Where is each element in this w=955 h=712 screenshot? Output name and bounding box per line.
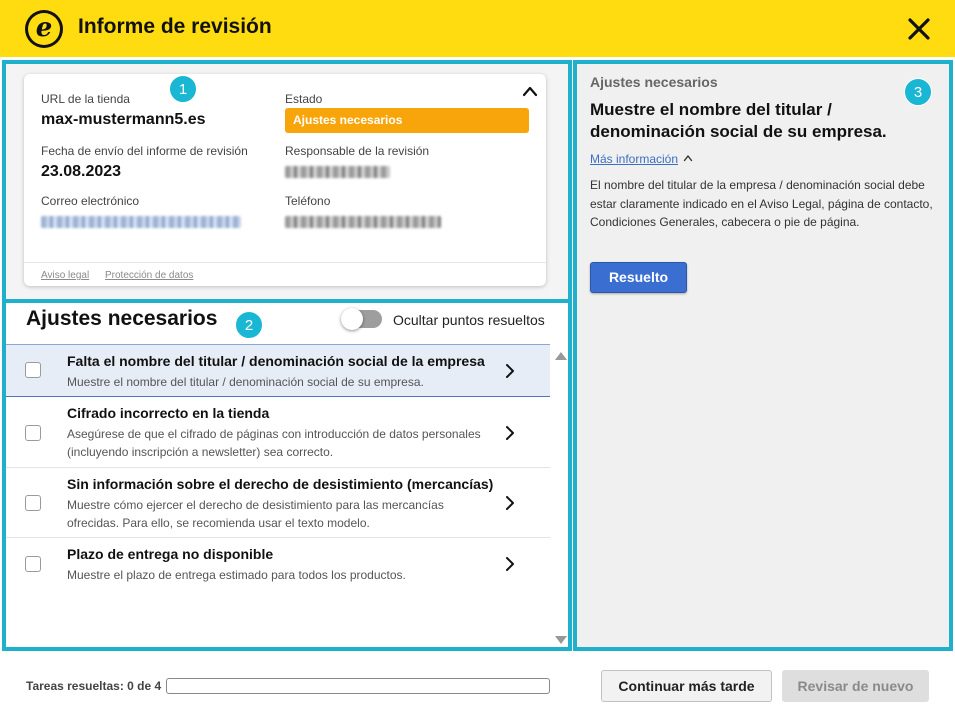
review-again-button: Revisar de nuevo [782,670,929,702]
tasks-resolved-label: Tareas resueltas: 0 de 4 [26,679,162,693]
item-title: Sin información sobre el derecho de desi… [67,476,494,492]
header-bar: e Informe de revisión [0,0,955,57]
more-info-link[interactable]: Más información [590,152,678,166]
resolve-button[interactable]: Resuelto [590,262,687,293]
item-description: Muestre el nombre del titular / denomina… [67,375,424,389]
item-checkbox[interactable] [25,425,41,441]
report-date-label: Fecha de envío del informe de revisión [41,144,248,158]
list-item[interactable]: Sin información sobre el derecho de desi… [6,468,550,538]
hide-resolved-toggle[interactable] [341,308,382,330]
chevron-right-icon [506,426,514,440]
close-icon[interactable] [903,13,935,45]
collapse-chevron-up-icon[interactable] [522,84,538,98]
continue-later-button[interactable]: Continuar más tarde [601,670,772,702]
card-footer: Aviso legal Protección de datos [24,262,546,286]
adjustments-title: Ajustes necesarios [26,307,218,330]
list-item[interactable]: Plazo de entrega no disponible Muestre e… [6,538,550,590]
responsible-value-blurred [285,166,390,178]
adjustments-list: Falta el nombre del titular / denominaci… [6,344,550,590]
chevron-up-icon[interactable] [683,154,693,162]
item-title: Falta el nombre del titular / denominaci… [67,353,485,369]
report-date-value: 23.08.2023 [41,163,122,180]
section-badge-1: 1 [169,75,197,103]
item-title: Plazo de entrega no disponible [67,546,274,562]
detail-title: Muestre el nombre del titular / denomina… [590,100,887,141]
legal-notice-link[interactable]: Aviso legal [41,270,89,281]
hide-resolved-label: Ocultar puntos resueltos [393,312,545,328]
detail-body: El nombre del titular de la empresa / de… [590,178,933,229]
chevron-right-icon [506,364,514,378]
chevron-right-icon [506,496,514,510]
list-item[interactable]: Cifrado incorrecto en la tienda Asegúres… [6,397,550,468]
page-title: Informe de revisión [78,15,272,38]
item-checkbox[interactable] [25,362,41,378]
item-checkbox[interactable] [25,556,41,572]
item-description: Asegúrese de que el cifrado de páginas c… [67,427,481,459]
item-description: Muestre el plazo de entrega estimado par… [67,568,406,582]
list-item[interactable]: Falta el nombre del titular / denominaci… [6,344,550,397]
responsible-label: Responsable de la revisión [285,144,430,158]
status-label: Estado [285,92,323,106]
scroll-down-arrow-icon[interactable] [555,636,567,644]
email-label: Correo electrónico [41,194,140,208]
scroll-up-arrow-icon[interactable] [555,352,567,360]
tasks-progress-bar [166,678,550,694]
brand-logo-letter: e [28,13,60,45]
section-badge-2: 2 [235,311,263,339]
store-url-label: URL de la tienda [41,92,130,106]
store-url-value: max-mustermann5.es [41,111,206,128]
chevron-right-icon [506,557,514,571]
email-value-blurred [41,216,241,228]
status-badge: Ajustes necesarios [285,108,529,133]
detail-subtitle: Ajustes necesarios [590,74,718,90]
toggle-knob [341,308,363,330]
item-checkbox[interactable] [25,495,41,511]
shop-info-card: URL de la tienda max-mustermann5.es Esta… [24,74,546,286]
section-frame-3 [573,60,953,651]
item-title: Cifrado incorrecto en la tienda [67,405,270,421]
phone-label: Teléfono [285,194,331,208]
privacy-link[interactable]: Protección de datos [105,270,193,281]
item-description: Muestre cómo ejercer el derecho de desis… [67,498,444,530]
phone-value-blurred [285,216,441,228]
brand-logo: e [25,10,63,48]
